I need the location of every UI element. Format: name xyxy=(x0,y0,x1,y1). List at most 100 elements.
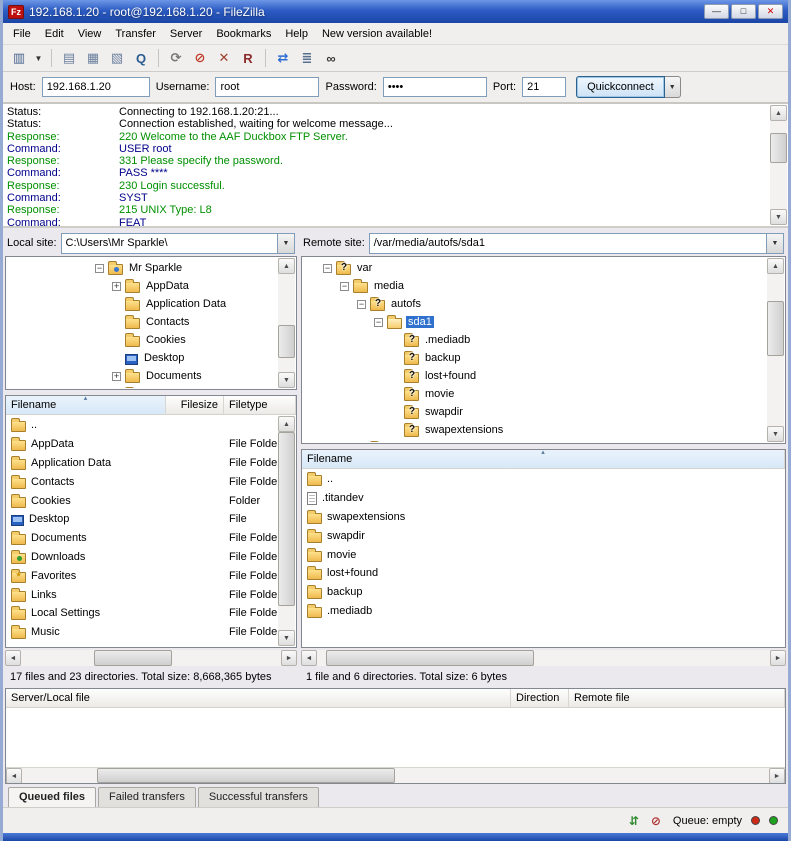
local-file-row-desktop[interactable]: DesktopFile xyxy=(6,510,279,529)
remote-tree-item-dvd[interactable]: dvd xyxy=(304,439,766,442)
local-file-row-favorites[interactable]: FavoritesFile Folder xyxy=(6,566,279,585)
scrollbar-thumb[interactable] xyxy=(94,650,172,666)
local-file-row-application-data[interactable]: Application DataFile Folder xyxy=(6,454,279,473)
column-header-filename[interactable]: ▴Filename xyxy=(302,450,785,468)
remote-tree-scrollbar[interactable]: ▲ ▼ xyxy=(767,258,784,442)
expand-icon[interactable]: + xyxy=(112,282,121,291)
remote-tree-item-mediadb[interactable]: .mediadb xyxy=(304,331,766,349)
menu-transfer[interactable]: Transfer xyxy=(108,25,163,43)
scroll-up-icon[interactable]: ▲ xyxy=(770,105,787,121)
local-file-row-music[interactable]: MusicFile Folder xyxy=(6,623,279,642)
remote-file-row-movie[interactable]: movie xyxy=(302,545,785,564)
scroll-left-icon[interactable]: ◄ xyxy=(301,650,317,666)
collapse-icon[interactable]: − xyxy=(374,318,383,327)
local-tree-item-mr-sparkle[interactable]: −Mr Sparkle xyxy=(8,259,277,277)
disconnect-icon[interactable]: ✕ xyxy=(213,47,235,69)
local-file-row-documents[interactable]: DocumentsFile Folder xyxy=(6,529,279,548)
local-file-row-local-settings[interactable]: Local SettingsFile Folder xyxy=(6,604,279,623)
scroll-right-icon[interactable]: ► xyxy=(769,768,785,784)
scroll-right-icon[interactable]: ► xyxy=(281,650,297,666)
collapse-icon[interactable]: − xyxy=(357,300,366,309)
local-tree-item-documents[interactable]: +Documents xyxy=(8,367,277,385)
refresh-icon[interactable]: ⟳ xyxy=(165,47,187,69)
menu-view[interactable]: View xyxy=(71,25,109,43)
local-site-combo[interactable]: C:\Users\Mr Sparkle\ ▼ xyxy=(61,233,295,254)
scrollbar-thumb[interactable] xyxy=(326,650,534,666)
local-file-row-appdata[interactable]: AppDataFile Folder xyxy=(6,435,279,454)
find-files-icon[interactable]: ∞ xyxy=(320,47,342,69)
host-input[interactable] xyxy=(42,77,150,97)
local-file-row-contacts[interactable]: ContactsFile Folder xyxy=(6,472,279,491)
collapse-icon[interactable]: − xyxy=(323,264,332,273)
scroll-down-icon[interactable]: ▼ xyxy=(278,372,295,388)
remote-site-combo[interactable]: /var/media/autofs/sda1 ▼ xyxy=(369,233,784,254)
username-input[interactable] xyxy=(215,77,319,97)
scroll-left-icon[interactable]: ◄ xyxy=(6,768,22,784)
scrollbar-thumb[interactable] xyxy=(97,768,396,783)
expand-icon[interactable]: + xyxy=(112,372,121,381)
local-file-row-cookies[interactable]: CookiesFolder xyxy=(6,491,279,510)
local-tree-item-downloads[interactable]: +Downloads xyxy=(8,385,277,388)
password-input[interactable] xyxy=(383,77,487,97)
scrollbar-thumb[interactable] xyxy=(278,325,295,358)
activity-indicator-icon[interactable]: ⊘ xyxy=(648,813,664,829)
queue-column-header-server-local-file[interactable]: Server/Local file xyxy=(6,689,511,707)
quickconnect-button[interactable]: Quickconnect xyxy=(576,76,665,98)
remote-file-row-backup[interactable]: backup xyxy=(302,583,785,602)
remote-tree-item-swapextensions[interactable]: swapextensions xyxy=(304,421,766,439)
scroll-left-icon[interactable]: ◄ xyxy=(5,650,21,666)
collapse-icon[interactable]: − xyxy=(95,264,104,273)
remote-tree-item-swapdir[interactable]: swapdir xyxy=(304,403,766,421)
synchronized-browsing-icon[interactable]: ⇄ xyxy=(272,47,294,69)
toggle-local-tree-icon[interactable]: ▦ xyxy=(82,47,104,69)
local-tree-item-application-data[interactable]: Application Data xyxy=(8,295,277,313)
local-tree-item-appdata[interactable]: +AppData xyxy=(8,277,277,295)
collapse-icon[interactable]: − xyxy=(340,282,349,291)
remote-file-row-swapdir[interactable]: swapdir xyxy=(302,526,785,545)
column-header-filename[interactable]: ▴Filename xyxy=(6,396,166,414)
local-file-row-item[interactable]: .. xyxy=(6,416,279,435)
menu-file[interactable]: File xyxy=(6,25,38,43)
remote-file-row-lost-found[interactable]: lost+found xyxy=(302,564,785,583)
queue-column-header-direction[interactable]: Direction xyxy=(511,689,569,707)
toggle-remote-tree-icon[interactable]: ▧ xyxy=(106,47,128,69)
scrollbar-thumb[interactable] xyxy=(767,301,784,356)
close-button[interactable]: ✕ xyxy=(758,4,783,19)
local-list-scrollbar[interactable]: ▲ ▼ xyxy=(278,416,295,646)
menu-bookmarks[interactable]: Bookmarks xyxy=(209,25,278,43)
site-manager-dropdown-icon[interactable]: ▼ xyxy=(32,47,45,69)
remote-tree-item-lost-found[interactable]: lost+found xyxy=(304,367,766,385)
queue-horizontal-scrollbar[interactable]: ◄ ► xyxy=(6,767,785,783)
remote-tree-item-sda1[interactable]: −sda1 xyxy=(304,313,766,331)
quickconnect-dropdown-button[interactable]: ▼ xyxy=(665,76,681,98)
remote-horizontal-scrollbar[interactable]: ◄ ► xyxy=(301,650,786,666)
minimize-button[interactable]: — xyxy=(704,4,729,19)
menu-edit[interactable]: Edit xyxy=(38,25,71,43)
toggle-message-log-icon[interactable]: ▤ xyxy=(58,47,80,69)
scrollbar-thumb[interactable] xyxy=(278,432,295,606)
local-file-row-downloads[interactable]: DownloadsFile Folder xyxy=(6,548,279,567)
combo-dropdown-button[interactable]: ▼ xyxy=(277,234,294,253)
cancel-icon[interactable]: ⊘ xyxy=(189,47,211,69)
transfer-queue-body[interactable] xyxy=(6,708,785,767)
local-file-row-links[interactable]: LinksFile Folder xyxy=(6,585,279,604)
queue-column-header-remote-file[interactable]: Remote file xyxy=(569,689,785,707)
menu-help[interactable]: Help xyxy=(278,25,315,43)
tab-failed-transfers[interactable]: Failed transfers xyxy=(98,787,196,807)
remote-file-row-swapextensions[interactable]: swapextensions xyxy=(302,508,785,527)
tab-queued-files[interactable]: Queued files xyxy=(8,787,96,807)
local-tree-item-contacts[interactable]: Contacts xyxy=(8,313,277,331)
maximize-button[interactable]: □ xyxy=(731,4,756,19)
local-tree-item-desktop[interactable]: Desktop xyxy=(8,349,277,367)
scroll-down-icon[interactable]: ▼ xyxy=(770,209,787,225)
tab-successful-transfers[interactable]: Successful transfers xyxy=(198,787,319,807)
remote-tree-item-var[interactable]: −var xyxy=(304,259,766,277)
speed-limits-icon[interactable]: ⇵ xyxy=(626,813,642,829)
local-horizontal-scrollbar[interactable]: ◄ ► xyxy=(5,650,297,666)
remote-tree-item-movie[interactable]: movie xyxy=(304,385,766,403)
scroll-up-icon[interactable]: ▲ xyxy=(278,416,295,432)
toggle-queue-icon[interactable]: Q xyxy=(130,47,152,69)
scroll-up-icon[interactable]: ▲ xyxy=(767,258,784,274)
titlebar[interactable]: Fz 192.168.1.20 - root@192.168.1.20 - Fi… xyxy=(3,0,788,23)
port-input[interactable] xyxy=(522,77,566,97)
